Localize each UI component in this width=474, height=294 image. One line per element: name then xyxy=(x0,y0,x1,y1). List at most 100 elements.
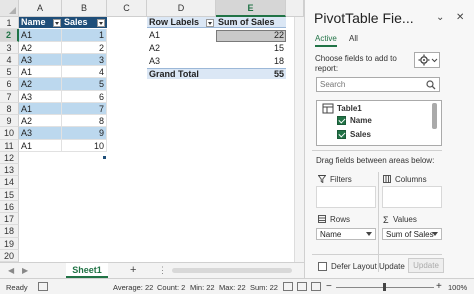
table-cell-sales[interactable]: 3 xyxy=(62,53,107,66)
field-label-sales[interactable]: Sales xyxy=(350,130,371,139)
table-cell-name[interactable]: A3 xyxy=(19,127,62,140)
table-cell-sales[interactable]: 5 xyxy=(62,78,107,91)
field-label-name[interactable]: Name xyxy=(350,116,372,125)
field-search-box[interactable] xyxy=(316,77,440,92)
sheet-tab-sheet1[interactable]: Sheet1 xyxy=(66,263,108,278)
sales-filter-dropdown-icon[interactable] xyxy=(97,19,105,27)
pivot-row-label[interactable]: A1 xyxy=(147,30,216,41)
pivot-row-value[interactable]: 18 xyxy=(216,56,286,67)
table-cell-sales[interactable]: 1 xyxy=(62,29,107,42)
table-cell-name[interactable]: A2 xyxy=(19,115,62,128)
values-field-sum-of-sales[interactable]: Sum of Sales xyxy=(382,228,442,240)
pane-options-dropdown-icon[interactable]: ⌄ xyxy=(436,12,444,23)
table-cell-sales[interactable]: 10 xyxy=(62,139,107,152)
pivot-row-label[interactable]: A3 xyxy=(147,56,216,67)
table-cell-name[interactable]: A1 xyxy=(19,29,62,42)
name-filter-dropdown-icon[interactable] xyxy=(53,19,61,27)
prev-sheet-icon[interactable]: ◀ xyxy=(8,266,14,275)
field-search-input[interactable] xyxy=(317,78,417,91)
table-cell-sales[interactable]: 8 xyxy=(62,115,107,128)
row-header-4[interactable]: 4 xyxy=(0,53,19,66)
rows-field-name[interactable]: Name xyxy=(316,228,376,240)
field-list-settings-button[interactable] xyxy=(414,52,440,68)
page-break-icon[interactable] xyxy=(311,282,321,291)
zoom-level[interactable]: 100% xyxy=(448,283,467,292)
zoom-slider-thumb[interactable] xyxy=(383,283,386,291)
columns-drop-area[interactable] xyxy=(382,186,442,208)
accessibility-icon[interactable] xyxy=(38,282,48,291)
pivot-sum-header[interactable]: Sum of Sales xyxy=(216,17,286,28)
rows-field-label: Name xyxy=(320,230,342,239)
row-header-8[interactable]: 8 xyxy=(0,102,19,115)
tab-active[interactable]: Active xyxy=(315,34,337,43)
horizontal-scrollbar[interactable] xyxy=(172,268,292,273)
column-header-b[interactable]: B xyxy=(62,0,107,17)
field-checkbox-name[interactable] xyxy=(337,116,346,125)
row-header-13[interactable]: 13 xyxy=(0,164,19,177)
row-header-16[interactable]: 16 xyxy=(0,200,19,213)
row-header-3[interactable]: 3 xyxy=(0,41,19,54)
page-layout-icon[interactable] xyxy=(297,282,307,291)
row-header-9[interactable]: 9 xyxy=(0,115,19,128)
table-cell-name[interactable]: A2 xyxy=(19,41,62,54)
row-header-7[interactable]: 7 xyxy=(0,90,19,103)
table-cell-name[interactable]: A2 xyxy=(19,78,62,91)
tab-all[interactable]: All xyxy=(349,34,358,43)
row-header-11[interactable]: 11 xyxy=(0,139,19,152)
pane-bottom-divider xyxy=(312,254,442,255)
field-list-scrollbar[interactable] xyxy=(432,103,437,129)
pivot-grand-total-label[interactable]: Grand Total xyxy=(147,68,216,79)
more-options-icon[interactable]: ⋮ xyxy=(158,265,167,276)
row-header-15[interactable]: 15 xyxy=(0,188,19,201)
table-cell-name[interactable]: A3 xyxy=(19,53,62,66)
row-header-5[interactable]: 5 xyxy=(0,66,19,79)
sheet-vertical-scrollbar[interactable] xyxy=(294,17,304,262)
table-cell-sales[interactable]: 4 xyxy=(62,66,107,79)
table-cell-sales[interactable]: 2 xyxy=(62,41,107,54)
table-node-label[interactable]: Table1 xyxy=(337,104,362,113)
row-header-14[interactable]: 14 xyxy=(0,176,19,189)
row-header-18[interactable]: 18 xyxy=(0,225,19,238)
row-header-19[interactable]: 19 xyxy=(0,237,19,250)
select-all-corner[interactable] xyxy=(0,0,19,17)
table-cell-name[interactable]: A1 xyxy=(19,139,62,152)
chevron-down-icon[interactable] xyxy=(366,232,372,236)
column-header-f[interactable] xyxy=(286,0,304,17)
row-header-2[interactable]: 2 xyxy=(0,29,19,42)
row-labels-filter-dropdown-icon[interactable] xyxy=(206,19,214,27)
column-header-c[interactable]: C xyxy=(107,0,147,17)
zoom-out-button[interactable]: − xyxy=(326,281,332,292)
table-cell-sales[interactable]: 6 xyxy=(62,90,107,103)
table-cell-name[interactable]: A1 xyxy=(19,102,62,115)
pivot-row-value[interactable]: 22 xyxy=(216,30,286,41)
table-resize-handle[interactable] xyxy=(103,156,106,159)
field-checkbox-sales[interactable] xyxy=(337,130,346,139)
pivot-row-label[interactable]: A2 xyxy=(147,43,216,54)
worksheet-grid[interactable]: A B C D E 1 2 3 4 5 6 7 8 9 10 11 12 13 14 15 16 17 18 19 2… xyxy=(0,0,304,262)
row-header-1[interactable]: 1 xyxy=(0,17,19,30)
column-header-a[interactable]: A xyxy=(19,0,62,17)
chevron-down-icon[interactable] xyxy=(432,232,438,236)
defer-layout-checkbox[interactable] xyxy=(318,262,327,271)
row-header-12[interactable]: 12 xyxy=(0,151,19,164)
pivot-row-value[interactable]: 15 xyxy=(216,43,286,54)
filters-drop-area[interactable] xyxy=(316,186,376,208)
field-list[interactable] xyxy=(316,100,442,146)
row-header-10[interactable]: 10 xyxy=(0,127,19,140)
table-cell-sales[interactable]: 7 xyxy=(62,102,107,115)
column-header-e[interactable]: E xyxy=(216,0,286,17)
row-header-20[interactable]: 20 xyxy=(0,249,19,262)
close-icon[interactable]: ✕ xyxy=(456,12,464,23)
pivot-grand-total-value[interactable]: 55 xyxy=(216,68,286,79)
add-sheet-button[interactable]: + xyxy=(130,264,136,276)
row-header-17[interactable]: 17 xyxy=(0,213,19,226)
update-button[interactable]: Update xyxy=(408,258,444,273)
table-cell-name[interactable]: A1 xyxy=(19,66,62,79)
normal-view-icon[interactable] xyxy=(283,282,293,291)
next-sheet-icon[interactable]: ▶ xyxy=(22,266,28,275)
table-cell-sales[interactable]: 9 xyxy=(62,127,107,140)
table-cell-name[interactable]: A3 xyxy=(19,90,62,103)
zoom-in-button[interactable]: + xyxy=(436,281,442,292)
column-header-d[interactable]: D xyxy=(147,0,216,17)
row-header-6[interactable]: 6 xyxy=(0,78,19,91)
